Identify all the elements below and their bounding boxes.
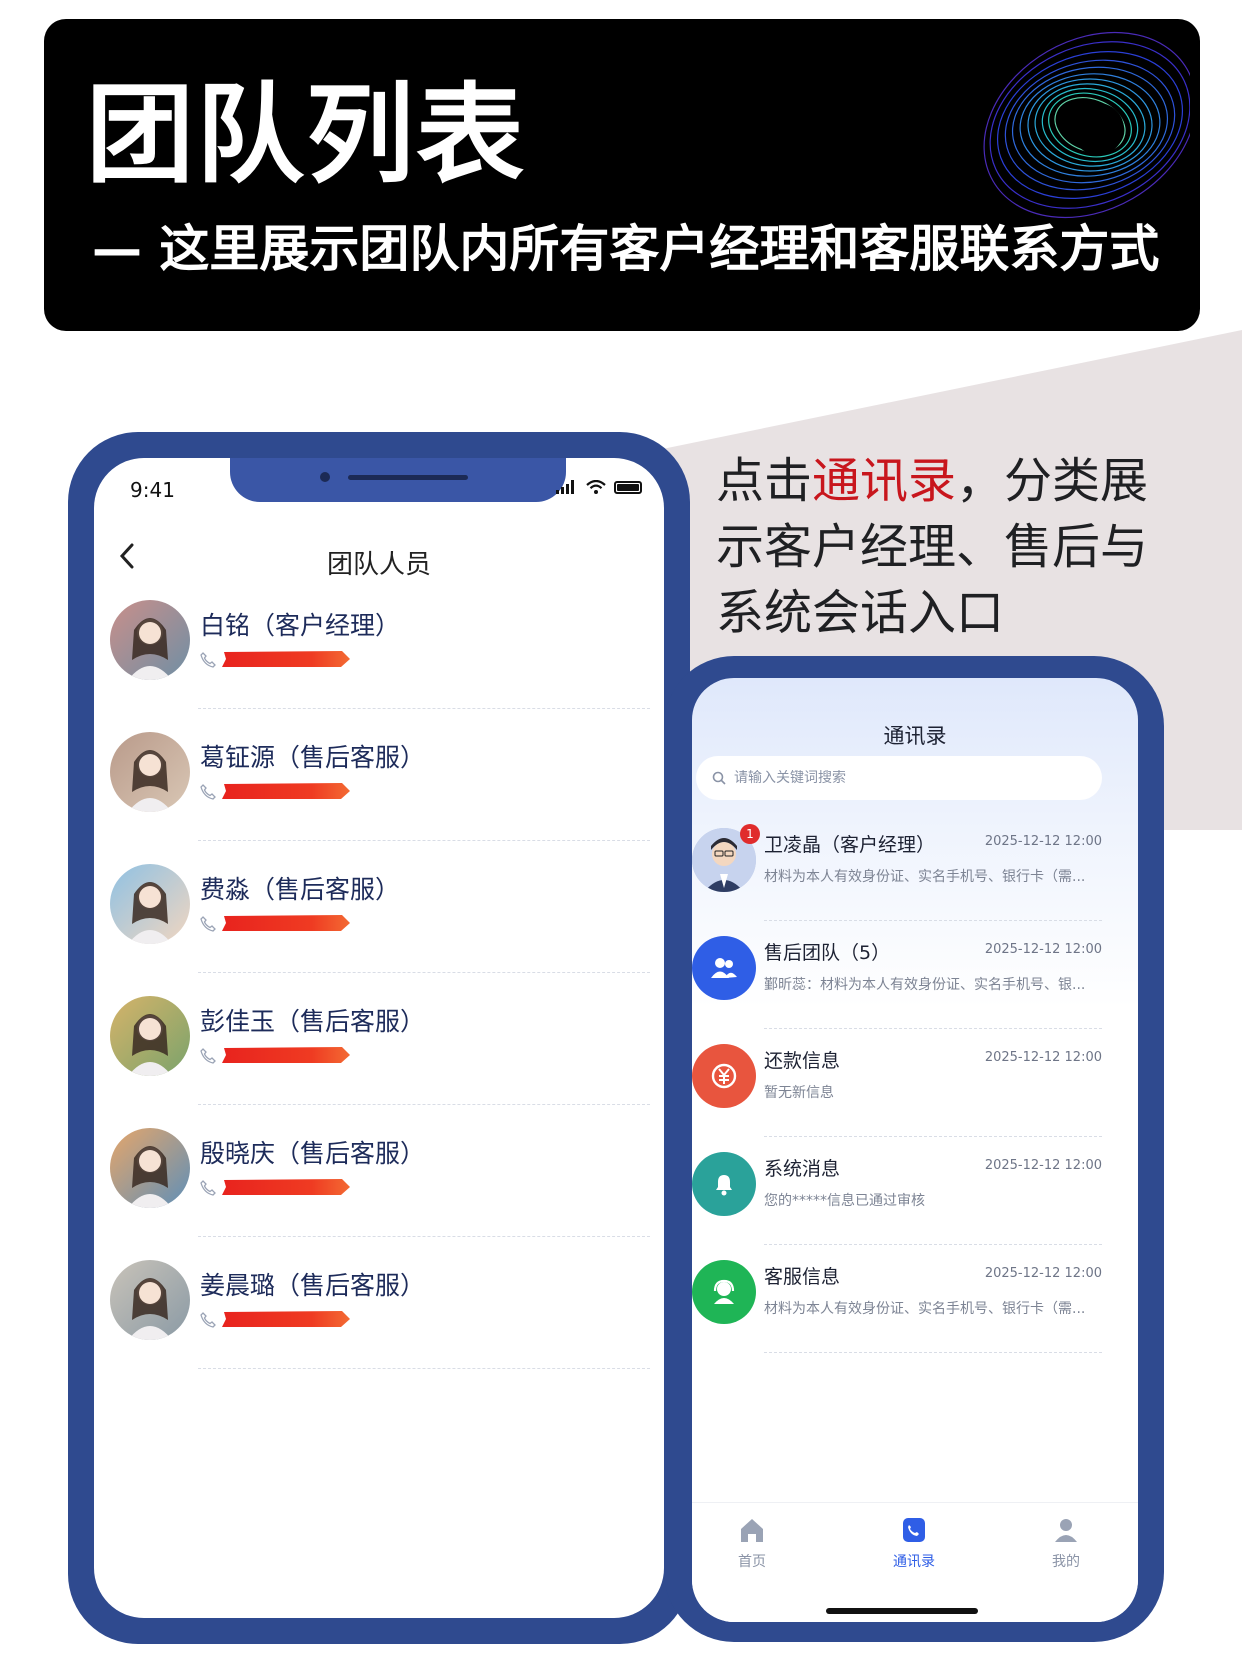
member-row[interactable]: 葛钲源（售后客服）: [110, 732, 650, 864]
avatar: [110, 1128, 190, 1208]
conversation-preview: 您的*****信息已通过审核: [764, 1193, 925, 1209]
home-indicator: [826, 1608, 978, 1614]
member-row[interactable]: 白铭（客户经理）: [110, 600, 650, 732]
description-prefix: 点击: [716, 453, 813, 509]
conversation-item[interactable]: 客服信息 2025-12-12 12:00 材料为本人有效身份证、实名手机号、银行卡…: [692, 1260, 1138, 1368]
wave-decoration-icon: [983, 31, 1190, 219]
wifi-icon: [586, 480, 606, 494]
conversation-time: 2025-12-12 12:00: [984, 942, 1102, 957]
row-divider: [198, 972, 650, 973]
search-bar[interactable]: [696, 756, 1102, 800]
row-divider: [198, 1236, 650, 1237]
description-highlight: 通讯录: [812, 453, 957, 509]
page-title: 团队人员: [326, 550, 431, 580]
row-divider: [198, 840, 650, 841]
row-divider: [764, 1028, 1102, 1029]
row-divider: [764, 920, 1102, 921]
row-divider: [198, 708, 650, 709]
member-row[interactable]: 费淼（售后客服）: [110, 864, 650, 996]
group-icon: [692, 936, 756, 1000]
banner-subtitle: — 这里展示团队内所有客户经理和客服联系方式: [92, 220, 1160, 278]
conversation-item[interactable]: 还款信息 2025-12-12 12:00 暂无新信息: [692, 1044, 1138, 1152]
tab-contacts[interactable]: 通讯录: [854, 1515, 974, 1571]
avatar: [110, 732, 190, 812]
avatar: [110, 864, 190, 944]
signal-icon: [556, 480, 574, 494]
headset-icon: [692, 1260, 756, 1324]
tab-label: 我的: [1052, 1554, 1080, 1570]
redacted-phone-number: [222, 1311, 350, 1327]
phone-icon[interactable]: [200, 1312, 216, 1328]
redacted-phone-number: [222, 1179, 350, 1195]
phone-icon[interactable]: [200, 916, 216, 932]
member-name: 彭佳玉（售后客服）: [200, 1007, 426, 1036]
redacted-phone-number: [222, 651, 350, 667]
battery-icon: [614, 480, 642, 494]
avatar: [110, 600, 190, 680]
conversation-preview: 材料为本人有效身份证、实名手机号、银行卡（需...: [764, 1301, 1086, 1317]
team-screen: 9:41 团队人员 白铭（客户经理） 葛钲源（售后客服） 费淼（售后客服） 彭佳玉（售…: [94, 458, 664, 1618]
contacts-screen: 通讯录 1卫凌晶（客户经理） 2025-12-12 12:00 材料为本人有效身份证…: [692, 678, 1138, 1622]
conversation-name: 卫凌晶（客户经理）: [764, 834, 936, 856]
member-row[interactable]: 殷晓庆（售后客服）: [110, 1128, 650, 1260]
conversation-name: 系统消息: [764, 1158, 841, 1180]
unread-badge: 1: [740, 824, 760, 844]
redacted-phone-number: [222, 783, 350, 799]
member-name: 葛钲源（售后客服）: [200, 743, 426, 772]
user-icon: [1006, 1515, 1126, 1545]
row-divider: [764, 1244, 1102, 1245]
conversation-name: 客服信息: [764, 1266, 841, 1288]
contacts-title: 通讯录: [883, 724, 947, 748]
conversation-item[interactable]: 1 卫凌晶（客户经理） 2025-12-12 12:00 材料为本人有效身份证、实名手…: [692, 824, 1138, 936]
conversation-time: 2025-12-12 12:00: [984, 1158, 1102, 1173]
phone-contacts: 通讯录 1卫凌晶（客户经理） 2025-12-12 12:00 材料为本人有效身份证…: [664, 656, 1164, 1642]
avatar: [110, 996, 190, 1076]
home-icon: [692, 1515, 812, 1545]
phone-icon[interactable]: [200, 1048, 216, 1064]
member-row[interactable]: 姜晨璐（售后客服）: [110, 1260, 650, 1392]
redacted-phone-number: [222, 1047, 350, 1063]
bell-icon: [692, 1152, 756, 1216]
conversation-time: 2025-12-12 12:00: [984, 834, 1102, 849]
contacts-icon: [854, 1515, 974, 1545]
row-divider: [764, 1352, 1102, 1353]
member-name: 费淼（售后客服）: [200, 875, 401, 904]
conversation-preview: 材料为本人有效身份证、实名手机号、银行卡（需...: [764, 869, 1086, 885]
member-row[interactable]: 彭佳玉（售后客服）: [110, 996, 650, 1128]
tab-user[interactable]: 我的: [1006, 1515, 1126, 1571]
phone-icon[interactable]: [200, 652, 216, 668]
conversation-preview: 暂无新信息: [764, 1085, 834, 1101]
conversation-item[interactable]: 售后团队（5） 2025-12-12 12:00 鄞昕蕊：材料为本人有效身份证、实名…: [692, 936, 1138, 1044]
tab-label: 通讯录: [893, 1554, 935, 1570]
conversation-name: 还款信息: [764, 1050, 841, 1072]
banner-title: 团队列表: [86, 73, 527, 198]
row-divider: [198, 1368, 650, 1369]
phone-icon[interactable]: [200, 784, 216, 800]
tab-label: 首页: [738, 1554, 766, 1570]
tab-bar: 首页 通讯录 我的: [692, 1502, 1138, 1622]
status-icons: [556, 480, 642, 494]
phone-icon[interactable]: [200, 1180, 216, 1196]
member-name: 殷晓庆（售后客服）: [200, 1139, 426, 1168]
status-time: 9:41: [130, 478, 175, 502]
conversation-item[interactable]: 系统消息 2025-12-12 12:00 您的*****信息已通过审核: [692, 1152, 1138, 1260]
conversation-name: 售后团队（5）: [764, 942, 891, 964]
phone-notch: [230, 458, 566, 502]
yuan-icon: [692, 1044, 756, 1108]
tab-home[interactable]: 首页: [692, 1515, 812, 1571]
phone-team-members: 9:41 团队人员 白铭（客户经理） 葛钲源（售后客服） 费淼（售后客服） 彭佳玉（售…: [68, 432, 690, 1644]
member-name: 白铭（客户经理）: [200, 611, 401, 640]
conversation-time: 2025-12-12 12:00: [984, 1050, 1102, 1065]
redacted-phone-number: [222, 915, 350, 931]
member-name: 姜晨璐（售后客服）: [200, 1271, 426, 1300]
row-divider: [198, 1104, 650, 1105]
header-banner: 团队列表 — 这里展示团队内所有客户经理和客服联系方式: [44, 19, 1200, 331]
row-divider: [764, 1136, 1102, 1137]
avatar: [110, 1260, 190, 1340]
search-input[interactable]: [734, 770, 1054, 786]
conversation-time: 2025-12-12 12:00: [984, 1266, 1102, 1281]
feature-description: 点击通讯录，分类展示客户经理、售后与系统会话入口: [716, 448, 1156, 646]
search-icon: [712, 771, 726, 785]
conversation-preview: 鄞昕蕊：材料为本人有效身份证、实名手机号、银...: [764, 977, 1086, 993]
